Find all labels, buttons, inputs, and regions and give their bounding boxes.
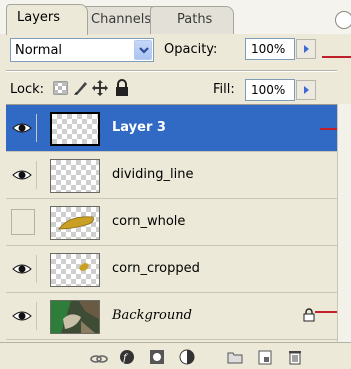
lock-label: Lock: — [10, 82, 45, 97]
tab-paths[interactable]: Paths — [150, 6, 234, 34]
fill-label: Fill: — [213, 82, 235, 97]
fill-field[interactable]: 100% — [245, 79, 295, 101]
layer-thumbnail — [50, 300, 100, 334]
fill-slider-arrow-icon[interactable] — [296, 80, 316, 100]
opacity-field[interactable]: 100% — [245, 38, 295, 60]
layers-toolbar: f — [0, 342, 351, 368]
layer-name: Background — [112, 308, 192, 323]
annotation-line — [322, 56, 351, 58]
layer-name: dividing_line — [112, 167, 194, 182]
delete-layer-icon[interactable] — [286, 348, 304, 366]
layer-thumbnail — [50, 253, 100, 287]
eye-icon[interactable] — [9, 302, 37, 330]
eye-icon[interactable] — [9, 161, 37, 189]
lock-all-icon[interactable] — [113, 79, 131, 97]
new-group-icon[interactable] — [226, 348, 244, 366]
tab-layers[interactable]: Layers — [6, 4, 88, 35]
layer-row-corn-whole[interactable]: corn_whole — [6, 199, 337, 246]
divider — [6, 70, 337, 72]
opacity-value: 100% — [251, 42, 286, 56]
fill-value: 100% — [251, 83, 286, 97]
layer-name: Layer 3 — [112, 120, 166, 135]
eye-icon[interactable] — [9, 114, 37, 142]
link-layers-icon[interactable] — [90, 348, 108, 366]
lock-image-pixels-icon[interactable] — [72, 79, 90, 97]
eye-icon[interactable] — [9, 255, 37, 283]
layers-scrollbar[interactable] — [337, 104, 351, 342]
layer-row-dividing-line[interactable]: dividing_line — [6, 152, 337, 199]
layer-thumbnail — [50, 112, 100, 146]
lock-transparent-pixels-icon[interactable] — [52, 79, 70, 97]
layer-row-corn-cropped[interactable]: corn_cropped — [6, 246, 337, 293]
lock-position-icon[interactable] — [91, 79, 109, 97]
tab-bar: Channels Paths Layers — [0, 0, 351, 35]
opacity-label: Opacity: — [164, 42, 218, 57]
layer-name: corn_cropped — [112, 261, 200, 276]
layers-panel: Channels Paths Layers Normal Opacity: 10… — [0, 0, 351, 368]
layer-row-layer-3[interactable]: Layer 3 — [6, 105, 337, 152]
layer-row-background[interactable]: Background — [6, 293, 337, 340]
layer-thumbnail — [50, 206, 100, 240]
layers-list: Layer 3 dividing_line corn_whole corn_cr… — [6, 104, 337, 343]
adjustment-layer-icon[interactable] — [178, 348, 196, 366]
blend-mode-select[interactable]: Normal — [10, 38, 154, 62]
blend-mode-value: Normal — [15, 43, 63, 58]
add-mask-icon[interactable] — [148, 348, 166, 366]
panel-menu-icon[interactable] — [335, 11, 351, 29]
new-layer-icon[interactable] — [256, 348, 274, 366]
chevron-down-icon[interactable] — [134, 40, 152, 60]
lock-icon — [303, 308, 315, 325]
opacity-slider-arrow-icon[interactable] — [296, 39, 316, 59]
layer-thumbnail — [50, 159, 100, 193]
layer-style-icon[interactable]: f — [118, 348, 136, 366]
visibility-toggle-hidden[interactable] — [11, 209, 35, 235]
layer-name: corn_whole — [112, 214, 186, 229]
